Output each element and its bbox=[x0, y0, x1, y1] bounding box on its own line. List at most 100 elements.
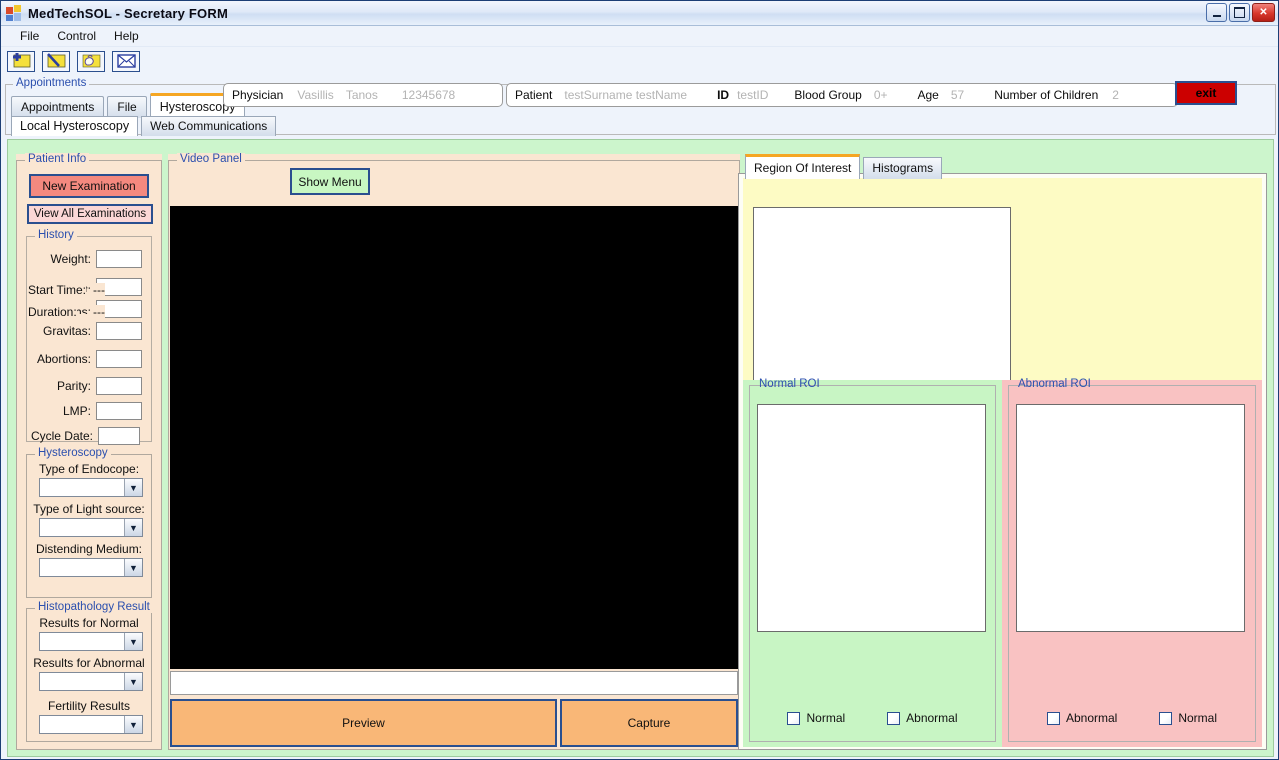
checkbox-icon[interactable] bbox=[1159, 711, 1173, 725]
tab-appointments[interactable]: Appointments bbox=[11, 96, 105, 118]
duration-label: Duration: bbox=[28, 305, 77, 319]
chevron-down-icon: ▼ bbox=[124, 559, 142, 576]
new-note-add-button[interactable] bbox=[7, 50, 35, 72]
normal-roi-checkbox-normal[interactable]: Normal bbox=[787, 711, 845, 725]
patient-name: testSurname testName bbox=[564, 88, 688, 102]
type-of-light-source-combo[interactable]: ▼ bbox=[39, 518, 143, 537]
menu-item-help[interactable]: Help bbox=[105, 27, 148, 45]
window-controls: ✕ bbox=[1206, 3, 1275, 22]
cycle-date-input[interactable] bbox=[98, 427, 140, 445]
hand-pointer-button[interactable] bbox=[77, 50, 105, 72]
abortions-label: Abortions: bbox=[36, 352, 91, 366]
restore-button[interactable] bbox=[1229, 3, 1250, 22]
checkbox-icon[interactable] bbox=[787, 711, 801, 725]
abnormal-roi-checkbox-normal[interactable]: Normal bbox=[1159, 711, 1217, 725]
roi-main-image[interactable] bbox=[753, 207, 1011, 382]
envelope-mail-button[interactable] bbox=[112, 50, 140, 72]
new-examination-button[interactable]: New Examination bbox=[29, 174, 149, 198]
menu-item-control[interactable]: Control bbox=[48, 27, 105, 45]
video-panel: Video Panel Show Menu Preview Capture bbox=[168, 153, 740, 750]
checkbox-icon[interactable] bbox=[887, 711, 901, 725]
roi-body: Normal ROI Normal Abnormal Abnormal ROI … bbox=[738, 173, 1267, 750]
video-display[interactable] bbox=[170, 206, 738, 669]
abnormal-roi-checkbox-normal-label: Normal bbox=[1178, 711, 1218, 725]
tab-file[interactable]: File bbox=[107, 96, 147, 118]
field-parity: Parity: bbox=[26, 375, 152, 397]
patient-info-panel: Patient Info New Examination View All Ex… bbox=[16, 153, 162, 750]
patient-details-box[interactable]: Patient testSurname testName ID testID B… bbox=[506, 83, 1178, 107]
minimize-icon bbox=[1212, 14, 1221, 17]
weight-input[interactable] bbox=[96, 250, 142, 268]
cycle-date-label: Cycle Date: bbox=[30, 429, 93, 443]
weight-label: Weight: bbox=[50, 252, 91, 266]
hysteroscopy-legend: Hysteroscopy bbox=[35, 447, 111, 459]
results-for-abnormal-label: Results for Abnormal bbox=[33, 656, 145, 670]
view-all-examinations-button[interactable]: View All Examinations bbox=[27, 204, 153, 224]
chevron-down-icon: ▼ bbox=[124, 633, 142, 650]
distending-medium-label: Distending Medium: bbox=[35, 542, 143, 556]
blood-group-label: Blood Group bbox=[794, 88, 862, 102]
normal-roi-group: Normal ROI Normal Abnormal bbox=[743, 378, 1002, 747]
fertility-results-label: Fertility Results bbox=[47, 699, 130, 713]
fertility-results-combo[interactable]: ▼ bbox=[39, 715, 143, 734]
age-label: Age bbox=[917, 88, 939, 102]
capture-button[interactable]: Capture bbox=[560, 699, 738, 747]
histopathology-group: Histopathology Result Results for Normal… bbox=[26, 601, 153, 742]
abnormal-roi-checkbox-abnormal-label: Abnormal bbox=[1065, 711, 1118, 725]
results-for-normal-label: Results for Normal bbox=[39, 616, 139, 630]
restore-icon bbox=[1234, 7, 1245, 18]
chevron-down-icon: ▼ bbox=[124, 519, 142, 536]
children-value: 2 bbox=[1112, 88, 1119, 102]
subtab-local-hysteroscopy[interactable]: Local Hysteroscopy bbox=[11, 116, 139, 136]
window-title: MedTechSOL - Secretary FORM bbox=[28, 5, 228, 21]
pen-edit-icon bbox=[47, 53, 66, 68]
results-for-abnormal-combo[interactable]: ▼ bbox=[39, 672, 143, 691]
appointments-group-legend: Appointments bbox=[13, 77, 90, 89]
patient-header-strip: Physician Vasillis Tanos 12345678 Patien… bbox=[223, 83, 1178, 107]
field-abortions: Abortions: bbox=[26, 348, 152, 370]
application-window: MedTechSOL - Secretary FORM ✕ File Contr… bbox=[0, 0, 1279, 760]
checkbox-icon[interactable] bbox=[1046, 711, 1060, 725]
children-label: Number of Children bbox=[994, 88, 1099, 102]
hand-pointer-icon bbox=[82, 54, 101, 68]
menu-item-file[interactable]: File bbox=[11, 27, 48, 45]
tab-region-of-interest[interactable]: Region Of Interest bbox=[745, 154, 861, 179]
minimize-button[interactable] bbox=[1206, 3, 1227, 22]
lmp-input[interactable] bbox=[96, 402, 142, 420]
chevron-down-icon: ▼ bbox=[124, 479, 142, 496]
abnormal-roi-legend: Abnormal ROI bbox=[1018, 378, 1091, 390]
abnormal-roi-checkboxes: Abnormal Normal bbox=[1002, 711, 1262, 725]
toolbar bbox=[1, 47, 1278, 75]
normal-roi-image[interactable] bbox=[757, 404, 986, 632]
histopathology-legend: Histopathology Result bbox=[35, 601, 153, 613]
close-button[interactable]: ✕ bbox=[1252, 3, 1275, 22]
type-of-endocope-label: Type of Endocope: bbox=[38, 462, 140, 476]
new-note-add-icon bbox=[13, 53, 31, 68]
parity-input[interactable] bbox=[96, 377, 142, 395]
normal-roi-checkbox-abnormal[interactable]: Abnormal bbox=[887, 711, 958, 725]
video-action-buttons: Preview Capture bbox=[170, 699, 738, 747]
results-for-normal-combo[interactable]: ▼ bbox=[39, 632, 143, 651]
normal-roi-legend: Normal ROI bbox=[759, 378, 820, 390]
subtab-web-communications[interactable]: Web Communications bbox=[141, 116, 277, 136]
distending-medium-combo[interactable]: ▼ bbox=[39, 558, 143, 577]
physician-first-name: Vasillis bbox=[297, 88, 334, 102]
abnormal-roi-group: Abnormal ROI Abnormal Normal bbox=[1002, 378, 1262, 747]
pen-edit-button[interactable] bbox=[42, 50, 70, 72]
preview-button[interactable]: Preview bbox=[170, 699, 557, 747]
history-legend: History bbox=[35, 229, 77, 241]
gravitas-label: Gravitas: bbox=[42, 324, 91, 338]
field-gravitas: Gravitas: bbox=[26, 320, 152, 342]
show-menu-button[interactable]: Show Menu bbox=[290, 168, 370, 195]
exit-button[interactable]: exit bbox=[1175, 81, 1237, 105]
physician-box[interactable]: Physician Vasillis Tanos 12345678 bbox=[223, 83, 503, 107]
normal-roi-checkbox-normal-label: Normal bbox=[806, 711, 846, 725]
type-of-endocope-combo[interactable]: ▼ bbox=[39, 478, 143, 497]
tab-histograms[interactable]: Histograms bbox=[863, 157, 943, 179]
abortions-input[interactable] bbox=[96, 350, 142, 368]
abnormal-roi-checkbox-abnormal[interactable]: Abnormal bbox=[1046, 711, 1118, 725]
abnormal-roi-image[interactable] bbox=[1016, 404, 1245, 632]
gravitas-input[interactable] bbox=[96, 322, 142, 340]
field-weight: Weight: bbox=[26, 248, 152, 270]
start-time-value: --- bbox=[93, 283, 105, 297]
